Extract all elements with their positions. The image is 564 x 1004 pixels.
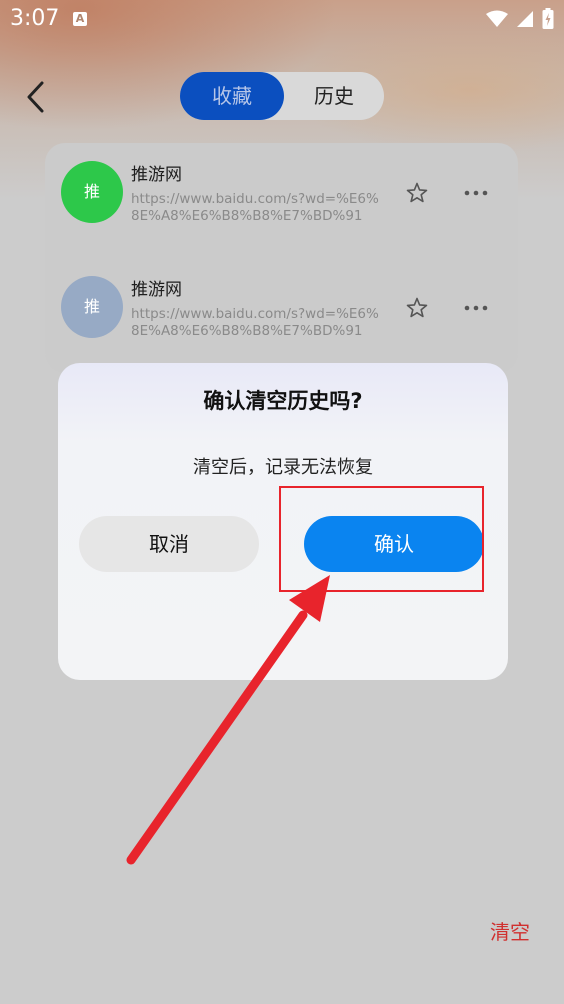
- signal-icon: [517, 11, 533, 27]
- chevron-left-icon: [27, 81, 44, 113]
- back-button[interactable]: [22, 80, 52, 114]
- annotation-highlight-box: [279, 486, 484, 592]
- tab-switcher: 收藏 历史: [180, 72, 384, 120]
- wifi-icon: [486, 10, 508, 27]
- dialog-title: 确认清空历史吗?: [203, 389, 363, 413]
- item-url: https://www.baidu.com/s?wd=%E6%8E%A8%E6%…: [131, 306, 379, 339]
- item-url: https://www.baidu.com/s?wd=%E6%8E%A8%E6%…: [131, 191, 379, 224]
- clear-button[interactable]: 清空: [490, 916, 530, 945]
- avatar: 推: [61, 276, 123, 338]
- avatar: 推: [61, 161, 123, 223]
- list-item[interactable]: 推 推游网 https://www.baidu.com/s?wd=%E6%8E%…: [45, 143, 518, 253]
- system-icons: [486, 8, 554, 30]
- more-options-icon[interactable]: [463, 296, 489, 320]
- item-title: 推游网: [131, 280, 182, 300]
- tab-history[interactable]: 历史: [284, 72, 384, 120]
- tab-favorites[interactable]: 收藏: [180, 72, 284, 120]
- dialog-message: 清空后，记录无法恢复: [193, 457, 373, 478]
- list-item[interactable]: 推 推游网 https://www.baidu.com/s?wd=%E6%8E%…: [45, 258, 518, 368]
- history-list: 推 推游网 https://www.baidu.com/s?wd=%E6%8E%…: [45, 143, 518, 373]
- star-icon[interactable]: [405, 181, 429, 205]
- status-time: 3:07: [10, 6, 60, 31]
- battery-icon: [542, 8, 554, 29]
- status-bar: 3:07 A: [0, 0, 564, 38]
- notification-a-icon: A: [73, 12, 87, 26]
- item-title: 推游网: [131, 165, 182, 185]
- more-options-icon[interactable]: [463, 181, 489, 205]
- star-icon[interactable]: [405, 296, 429, 320]
- cancel-button[interactable]: 取消: [79, 516, 259, 572]
